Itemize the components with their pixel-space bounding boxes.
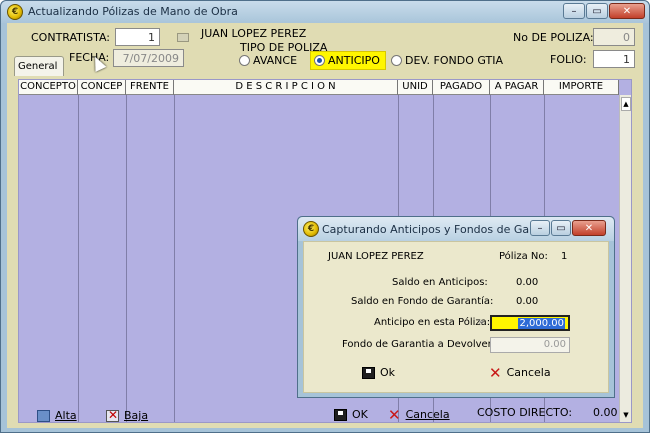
saldo-anticipos-value: 0.00 (516, 277, 539, 288)
radio-avance[interactable]: AVANCE (239, 54, 297, 67)
field-arrow-icon: » (478, 317, 485, 328)
contratista-name: JUAN LOPEZ PEREZ (201, 27, 307, 40)
baja-label: Baja (124, 409, 149, 422)
cancel-x-icon: ✕ (388, 405, 401, 424)
dialog-cancela-button[interactable]: ✕ Cancela (489, 363, 551, 382)
tab-general[interactable]: General (14, 56, 64, 76)
add-icon (37, 409, 50, 422)
costo-directo-value: 0.00 (593, 406, 618, 419)
folio-input[interactable]: 1 (593, 50, 635, 68)
cancela-label: Cancela (405, 408, 450, 421)
radio-anticipo-label: ANTICIPO (328, 54, 380, 67)
dialog-logo-icon: € (303, 221, 319, 237)
dialog-cancel-x-icon: ✕ (489, 363, 502, 382)
anticipos-dialog: € Capturando Anticipos y Fondos de Garan… (297, 216, 615, 398)
costo-directo-label: COSTO DIRECTO: (477, 406, 573, 419)
anticipo-input-value: 2,000.00 (518, 318, 565, 329)
dialog-save-icon (362, 366, 375, 379)
col-a-pagar[interactable]: A PAGAR (490, 80, 544, 95)
ok-button[interactable]: OK (334, 408, 368, 421)
col-concep[interactable]: CONCEP (78, 80, 126, 95)
baja-button[interactable]: Baja (106, 408, 149, 422)
anticipo-label: Anticipo en esta Póliza: (374, 317, 491, 328)
fondo-devolver-input[interactable]: 0.00 (490, 337, 570, 353)
main-titlebar[interactable]: € Actualizando Pólizas de Mano de Obra –… (1, 1, 649, 23)
scroll-up-arrow-icon[interactable]: ▲ (621, 97, 631, 111)
anticipo-input[interactable]: 2,000.00 (490, 315, 570, 331)
fondo-devolver-label: Fondo de Garantia a Devolver: (342, 339, 495, 350)
dialog-maximize-button[interactable]: ▭ (551, 220, 571, 236)
col-frente[interactable]: FRENTE (126, 80, 174, 95)
contratista-label: CONTRATISTA: (31, 31, 111, 44)
scroll-down-arrow-icon[interactable]: ▼ (621, 410, 631, 420)
close-button[interactable]: ✕ (609, 3, 645, 19)
dialog-ok-button[interactable]: Ok (362, 366, 395, 379)
grid-scrollbar[interactable]: ▲ ▼ (619, 95, 631, 422)
saldo-fondo-label: Saldo en Fondo de Garantía: (351, 296, 494, 307)
radio-anticipo-dot (314, 55, 325, 66)
dialog-close-button[interactable]: ✕ (572, 220, 606, 236)
radio-dev-fondo-dot (391, 55, 402, 66)
col-unid[interactable]: UNID (398, 80, 433, 95)
dialog-contratista-name: JUAN LOPEZ PEREZ (328, 251, 424, 262)
dialog-cancela-label: Cancela (506, 366, 551, 379)
delete-icon (106, 408, 119, 422)
cancela-button[interactable]: ✕ Cancela (388, 405, 450, 424)
dialog-titlebar[interactable]: € Capturando Anticipos y Fondos de Garan… (298, 217, 614, 241)
grid-header: CONCEPTO CONCEP FRENTE D E S C R I P C I… (19, 80, 619, 95)
main-window: € Actualizando Pólizas de Mano de Obra –… (0, 0, 650, 433)
radio-anticipo[interactable]: ANTICIPO (310, 51, 386, 70)
fecha-field: 7/07/2009 (113, 49, 184, 67)
window-title: Actualizando Pólizas de Mano de Obra (28, 5, 238, 18)
radio-avance-label: AVANCE (253, 54, 298, 67)
poliza-no-value: 1 (561, 251, 568, 262)
col-pagado[interactable]: PAGADO (433, 80, 490, 95)
ok-label: OK (352, 408, 368, 421)
alta-button[interactable]: Alta (37, 409, 77, 422)
grid-divider (174, 95, 175, 422)
col-concepto[interactable]: CONCEPTO (19, 80, 78, 95)
dialog-body: JUAN LOPEZ PEREZ Póliza No: 1 Saldo en A… (303, 241, 609, 393)
radio-dev-fondo-gtia[interactable]: DEV. FONDO GTIA (391, 54, 503, 67)
dialog-ok-label: Ok (380, 366, 396, 379)
contratista-input[interactable]: 1 (115, 28, 160, 46)
saldo-fondo-value: 0.00 (516, 296, 539, 307)
save-icon (334, 408, 347, 421)
no-poliza-label: No DE POLIZA: (513, 31, 594, 44)
maximize-button[interactable]: ▭ (586, 3, 608, 19)
radio-avance-dot (239, 55, 250, 66)
col-importe[interactable]: IMPORTE (544, 80, 619, 95)
col-descripcion[interactable]: D E S C R I P C I O N (174, 80, 398, 95)
dialog-minimize-button[interactable]: – (530, 220, 550, 236)
app-logo-icon: € (7, 4, 23, 20)
grid-divider (126, 95, 127, 422)
lookup-icon[interactable] (177, 33, 189, 42)
minimize-button[interactable]: – (563, 3, 585, 19)
radio-dev-fondo-label: DEV. FONDO GTIA (405, 54, 503, 67)
no-poliza-field: 0 (593, 28, 635, 46)
dialog-title: Capturando Anticipos y Fondos de Garan..… (322, 223, 558, 236)
grid-divider (78, 95, 79, 422)
poliza-no-label: Póliza No: (499, 251, 548, 262)
folio-label: FOLIO: (550, 53, 587, 66)
alta-label: Alta (55, 409, 77, 422)
saldo-anticipos-label: Saldo en Anticipos: (392, 277, 488, 288)
